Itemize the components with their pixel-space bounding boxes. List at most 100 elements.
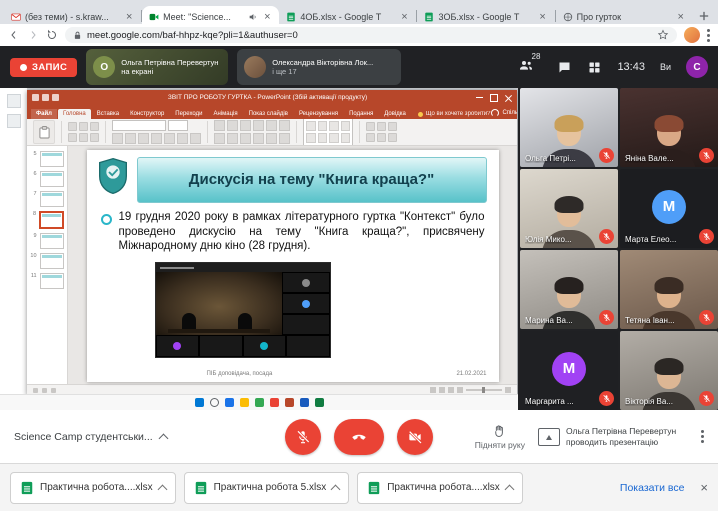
- activities-icon[interactable]: [587, 60, 602, 75]
- screen: (без теми) - s.kraw... × Meet: "Science.…: [0, 0, 718, 511]
- tab-close-icon[interactable]: ×: [124, 12, 134, 22]
- back-button[interactable]: [8, 29, 20, 41]
- participant-tile[interactable]: Марина Ва...: [520, 250, 618, 329]
- recording-badge: ЗАПИС: [10, 58, 77, 77]
- close-downloads-icon[interactable]: ×: [700, 482, 708, 494]
- camera-toggle-button[interactable]: [397, 419, 433, 455]
- url-text[interactable]: meet.google.com/baf-hhpz-kqe?pli=1&authu…: [87, 30, 652, 41]
- forward-button[interactable]: [27, 29, 39, 41]
- download-menu-caret[interactable]: [157, 484, 167, 494]
- participant-tile[interactable]: Вікторія Ва...: [620, 331, 718, 410]
- download-chip[interactable]: Практична робота 5.xlsx: [184, 472, 350, 504]
- presenting-status: Ольга Петрівна Перевертун проводить през…: [538, 426, 688, 447]
- download-menu-caret[interactable]: [504, 484, 514, 494]
- tab-close-icon[interactable]: ×: [399, 12, 409, 22]
- hang-up-button[interactable]: [334, 419, 384, 455]
- screenshot-movie-tile: [156, 272, 282, 335]
- meeting-name-button[interactable]: Science Camp студентськи...: [14, 431, 167, 443]
- ppt-main-area: 5 6 7 8 9 10 11 Дискусія на тему "Книга …: [27, 146, 517, 384]
- bookmark-star-icon[interactable]: [657, 29, 669, 41]
- download-filename: Практична робота....xlsx: [40, 482, 153, 493]
- ribbon-separator: [207, 121, 208, 143]
- participant-tile[interactable]: Яніна Вале...: [620, 88, 718, 167]
- participants-thumbnail[interactable]: Олександра Вікторівна Лок... і ще 17: [237, 49, 401, 85]
- tab-title: Meet: "Science...: [163, 12, 244, 22]
- chat-icon[interactable]: [557, 60, 572, 75]
- taskbar-app-icon: [240, 398, 249, 407]
- ribbon-tab-review: Рецензування: [294, 109, 343, 119]
- download-chip[interactable]: Практична робота....xlsx: [357, 472, 523, 504]
- participant-tile[interactable]: М Марта Елео...: [620, 169, 718, 248]
- browser-menu-icon[interactable]: [707, 29, 710, 42]
- slide-title-banner: Дискусія на тему "Книга краща?": [137, 157, 487, 203]
- mic-off-icon: [295, 429, 311, 445]
- tab-close-icon[interactable]: ×: [262, 12, 272, 22]
- download-chip[interactable]: Практична робота....xlsx: [10, 472, 176, 504]
- desktop-icon: [7, 94, 21, 108]
- meet-header: ЗАПИС О Ольга Петрівна Перевертун на екр…: [0, 46, 718, 88]
- ribbon-separator: [359, 121, 360, 143]
- participant-tile[interactable]: М Маргарита ...: [520, 331, 618, 410]
- self-avatar[interactable]: C: [686, 56, 708, 78]
- mic-muted-icon: [699, 391, 714, 406]
- participants-count: 28: [532, 52, 541, 61]
- movie-figure: [182, 313, 196, 329]
- paste-button: [33, 120, 55, 144]
- mic-muted-icon: [699, 310, 714, 325]
- participant-avatar: М: [652, 189, 686, 223]
- slide-body: 19 грудня 2020 року в рамках літературно…: [101, 210, 485, 254]
- mic-muted-icon: [599, 310, 614, 325]
- ribbon-tab-animations: Анімація: [208, 109, 242, 119]
- new-tab-button[interactable]: [695, 6, 714, 26]
- presenter-avatar: О: [93, 56, 115, 78]
- participant-tile[interactable]: Тетяна Іван...: [620, 250, 718, 329]
- call-buttons: [285, 419, 433, 455]
- taskbar-app-icon: [255, 398, 264, 407]
- chevron-up-icon: [158, 433, 168, 443]
- screenshot-bottom-tiles: [156, 335, 330, 357]
- taskbar-app-icon: [270, 398, 279, 407]
- slide-canvas: Дискусія на тему "Книга краща?" 19 грудн…: [68, 146, 517, 384]
- slide-embedded-screenshot: [155, 262, 331, 358]
- download-filename: Практична робота....xlsx: [387, 482, 500, 493]
- mic-muted-icon: [599, 148, 614, 163]
- reload-button[interactable]: [46, 29, 58, 41]
- ribbon-separator: [61, 121, 62, 143]
- taskbar-app-icon: [300, 398, 309, 407]
- download-menu-caret[interactable]: [331, 484, 341, 494]
- participant-tile[interactable]: Юлія Мико...: [520, 169, 618, 248]
- tab-close-icon[interactable]: ×: [676, 12, 686, 22]
- more-options-icon[interactable]: [701, 430, 704, 443]
- participant-name: Маргарита ...: [525, 397, 574, 406]
- taskbar-app-icon: [315, 398, 324, 407]
- presenter-thumbnail[interactable]: О Ольга Петрівна Перевертун на екрані: [86, 49, 228, 85]
- presenting-text: Ольга Петрівна Перевертун проводить през…: [566, 426, 688, 447]
- recording-dot-icon: [20, 64, 27, 71]
- meeting-name: Science Camp студентськи...: [14, 431, 153, 443]
- sheets-icon: [286, 12, 296, 22]
- padlock-icon: [73, 30, 82, 41]
- omnibox[interactable]: meet.google.com/baf-hhpz-kqe?pli=1&authu…: [65, 27, 677, 43]
- lightbulb-icon: [418, 112, 423, 117]
- participant-name: Марина Ва...: [525, 316, 573, 325]
- windows-taskbar: [0, 394, 518, 410]
- mic-toggle-button[interactable]: [285, 419, 321, 455]
- participant-tile[interactable]: Ольга Петрі...: [520, 88, 618, 167]
- browser-profile-avatar[interactable]: [684, 27, 700, 43]
- raise-hand-button[interactable]: Підняти руку: [475, 424, 525, 450]
- ribbon-group-paragraph: [214, 120, 290, 144]
- show-all-downloads-button[interactable]: Показати все: [620, 482, 685, 494]
- ribbon-separator: [105, 121, 106, 143]
- movie-figure: [238, 313, 252, 329]
- tab-audio-icon[interactable]: [248, 12, 258, 22]
- desktop-icon: [7, 114, 21, 128]
- font-size-dropdown: [168, 120, 188, 131]
- downloads-bar-right: Показати все ×: [620, 482, 708, 494]
- tab-close-icon[interactable]: ×: [538, 12, 548, 22]
- plus-icon: [699, 11, 709, 21]
- clock: 13:43: [617, 61, 645, 73]
- ribbon-separator: [296, 121, 297, 143]
- shared-desktop-edge: [0, 88, 27, 395]
- people-button[interactable]: 28: [518, 57, 543, 78]
- hand-icon: [492, 424, 507, 439]
